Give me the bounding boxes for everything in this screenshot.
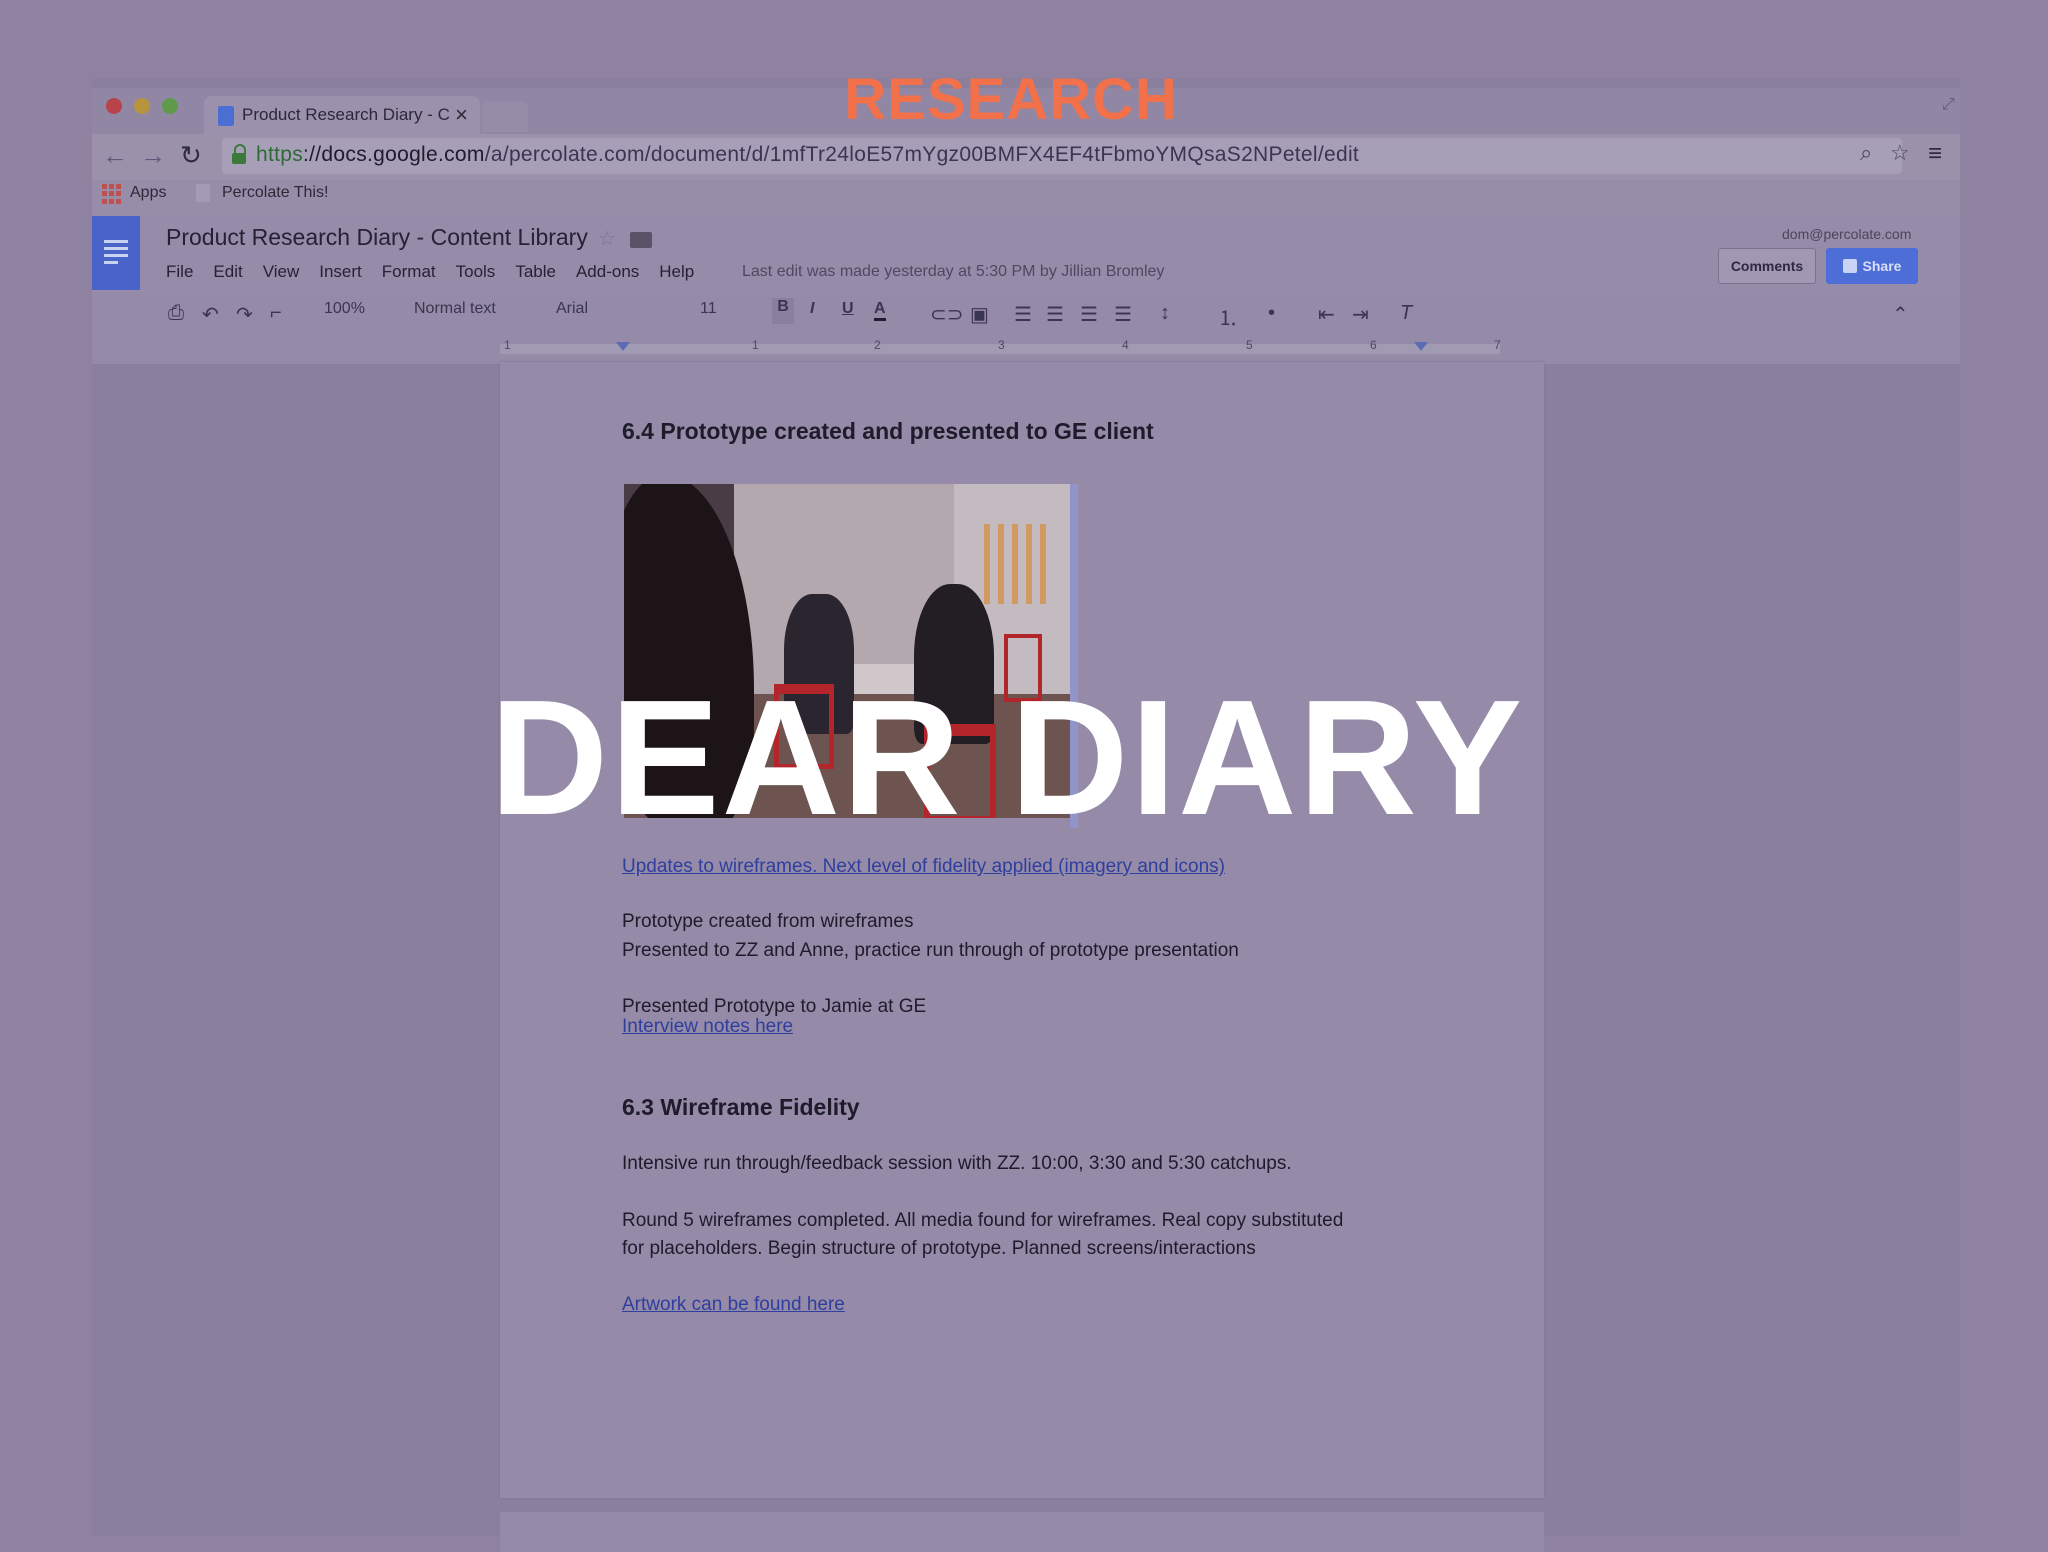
zoom-select[interactable]: 100% — [324, 300, 365, 318]
menu-file[interactable]: File — [166, 262, 193, 286]
increase-indent-icon[interactable]: ⇥ — [1352, 302, 1369, 327]
interview-notes-link[interactable]: Interview notes here — [622, 1016, 793, 1036]
next-page — [500, 1512, 1544, 1552]
paragraph[interactable]: Prototype created from wireframes — [622, 911, 913, 933]
menu-edit[interactable]: Edit — [213, 262, 242, 286]
folder-icon[interactable] — [630, 232, 652, 248]
chrome-menu-icon[interactable]: ≡ — [1928, 140, 1942, 168]
line-spacing-icon[interactable]: ↕ — [1160, 302, 1170, 325]
docs-logo-icon[interactable] — [92, 216, 140, 290]
lock-icon — [232, 144, 246, 166]
comment-icon[interactable]: ▣ — [970, 302, 989, 327]
link-icon[interactable]: ⊂⊃ — [930, 302, 964, 327]
menu-add-ons[interactable]: Add-ons — [576, 262, 639, 286]
menu-table[interactable]: Table — [515, 262, 556, 286]
ruler-number: 5 — [1246, 338, 1253, 352]
menu-insert[interactable]: Insert — [319, 262, 362, 286]
bookmark-percolate-this[interactable]: Percolate This! — [222, 184, 328, 202]
ruler-number: 3 — [998, 338, 1005, 352]
share-button-label: Share — [1862, 258, 1902, 274]
research-label: RESEARCH — [844, 67, 1178, 132]
redo-icon[interactable]: ↷ — [236, 302, 253, 327]
search-icon[interactable]: ⌕ — [1860, 140, 1872, 166]
menu-view[interactable]: View — [263, 262, 300, 286]
justify-icon[interactable]: ☰ — [1114, 302, 1132, 327]
last-edit-link[interactable]: Last edit was made yesterday at 5:30 PM … — [742, 263, 1164, 281]
decrease-indent-icon[interactable]: ⇤ — [1318, 302, 1335, 327]
bookmark-star-icon[interactable]: ☆ — [1890, 140, 1910, 166]
ruler-number: 1 — [752, 338, 759, 352]
clear-formatting-icon[interactable]: T — [1400, 302, 1412, 325]
user-account[interactable]: dom@percolate.com — [1782, 226, 1911, 242]
print-icon[interactable]: ⎙ — [168, 302, 184, 325]
numbered-list-icon[interactable]: ⒈ — [1218, 302, 1238, 331]
section-heading[interactable]: 6.4 Prototype created and presented to G… — [622, 418, 1154, 445]
paragraph[interactable]: Round 5 wireframes completed. All media … — [622, 1210, 1343, 1232]
style-select[interactable]: Normal text — [414, 300, 496, 318]
paint-format-icon[interactable]: ⌐ — [270, 302, 282, 325]
paragraph[interactable]: Presented to ZZ and Anne, practice run t… — [622, 940, 1239, 962]
back-arrow-icon[interactable]: ← — [102, 140, 128, 171]
bookmarks-bar — [92, 180, 1960, 214]
bulleted-list-icon[interactable]: • — [1268, 302, 1275, 325]
paragraph[interactable]: Presented Prototype to Jamie at GE — [622, 996, 926, 1018]
section-heading[interactable]: 6.3 Wireframe Fidelity — [622, 1094, 860, 1121]
ruler-number: 6 — [1370, 338, 1377, 352]
page-icon — [196, 184, 210, 202]
ruler-number: 7 — [1494, 338, 1501, 352]
reload-icon[interactable]: ↻ — [180, 140, 202, 171]
collapse-chevron-icon[interactable]: ⌃ — [1892, 302, 1909, 327]
font-size-select[interactable]: 11 — [700, 300, 717, 318]
apps-grid-icon[interactable] — [102, 184, 122, 204]
ruler-number: 4 — [1122, 338, 1129, 352]
paragraph[interactable]: Intensive run through/feedback session w… — [622, 1153, 1292, 1175]
document-title[interactable]: Product Research Diary - Content Library — [166, 224, 588, 251]
url-text: https://docs.google.com/a/percolate.com/… — [256, 143, 1360, 166]
right-indent-marker-icon[interactable] — [1414, 342, 1428, 351]
italic-button[interactable]: I — [810, 300, 814, 318]
comments-button[interactable]: Comments — [1718, 248, 1816, 284]
text-color-button[interactable]: A — [874, 300, 886, 321]
align-left-icon[interactable]: ☰ — [1014, 302, 1032, 327]
star-icon[interactable]: ☆ — [598, 226, 616, 251]
docs-menu-bar: File Edit View Insert Format Tools Table… — [166, 262, 714, 286]
menu-help[interactable]: Help — [659, 262, 694, 286]
align-right-icon[interactable]: ☰ — [1080, 302, 1098, 327]
font-select[interactable]: Arial — [556, 300, 588, 318]
artwork-link[interactable]: Artwork can be found here — [622, 1294, 845, 1316]
dear-diary-headline: DEAR DIARY — [489, 666, 1525, 849]
menu-tools[interactable]: Tools — [456, 262, 496, 286]
indent-marker-icon[interactable] — [616, 342, 630, 351]
forward-arrow-icon[interactable]: → — [140, 140, 166, 171]
undo-icon[interactable]: ↶ — [202, 302, 219, 327]
menu-format[interactable]: Format — [382, 262, 436, 286]
ruler-number: 1 — [504, 338, 511, 352]
share-lock-icon — [1842, 259, 1857, 273]
align-center-icon[interactable]: ☰ — [1046, 302, 1064, 327]
bookmark-apps[interactable]: Apps — [130, 184, 166, 202]
wireframes-link[interactable]: Updates to wireframes. Next level of fid… — [622, 856, 1225, 878]
underline-button[interactable]: U — [842, 300, 854, 318]
paragraph[interactable]: for placeholders. Begin structure of pro… — [622, 1238, 1256, 1260]
bold-button[interactable]: B — [772, 298, 794, 324]
comments-button-label: Comments — [1730, 258, 1804, 274]
ruler-number: 2 — [874, 338, 881, 352]
share-button[interactable]: Share — [1826, 248, 1918, 284]
